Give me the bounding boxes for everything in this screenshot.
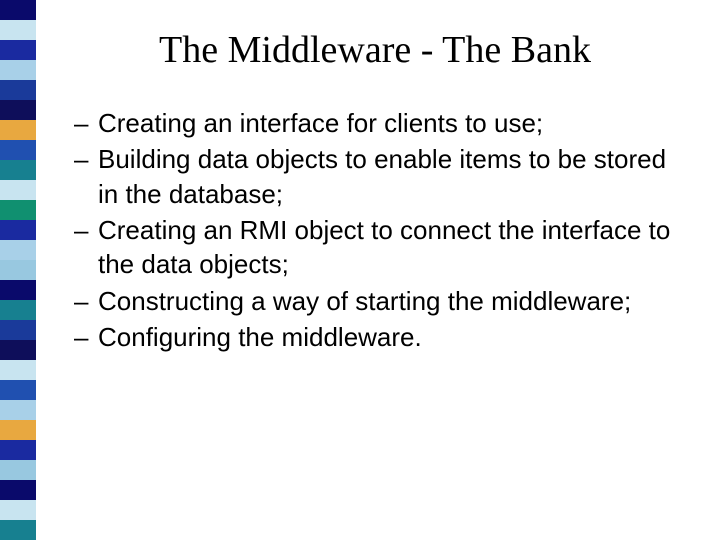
sidebar-block xyxy=(0,180,36,200)
slide-title: The Middleware - The Bank xyxy=(60,28,690,72)
sidebar-block xyxy=(0,220,36,240)
sidebar-block xyxy=(0,260,36,280)
sidebar-block xyxy=(0,460,36,480)
sidebar-block xyxy=(0,420,36,440)
sidebar-block xyxy=(0,120,36,140)
sidebar-block xyxy=(0,320,36,340)
sidebar-block xyxy=(0,440,36,460)
bullet-text: Creating an interface for clients to use… xyxy=(98,108,543,138)
sidebar-block xyxy=(0,200,36,220)
sidebar-block xyxy=(0,40,36,60)
dash-icon: – xyxy=(74,213,88,247)
sidebar-block xyxy=(0,480,36,500)
sidebar-block xyxy=(0,20,36,40)
sidebar-block xyxy=(0,140,36,160)
sidebar-block xyxy=(0,380,36,400)
bullet-text: Configuring the middleware. xyxy=(98,322,422,352)
sidebar-block xyxy=(0,0,36,20)
sidebar-block xyxy=(0,520,36,540)
bullet-item: –Constructing a way of starting the midd… xyxy=(98,284,690,318)
sidebar-block xyxy=(0,340,36,360)
sidebar-block xyxy=(0,240,36,260)
dash-icon: – xyxy=(74,320,88,354)
sidebar-block xyxy=(0,160,36,180)
slide-content: The Middleware - The Bank –Creating an i… xyxy=(60,28,690,356)
sidebar-block xyxy=(0,280,36,300)
bullet-text: Creating an RMI object to connect the in… xyxy=(98,215,670,279)
decorative-sidebar xyxy=(0,0,36,540)
sidebar-block xyxy=(0,80,36,100)
dash-icon: – xyxy=(74,106,88,140)
bullet-text: Building data objects to enable items to… xyxy=(98,144,666,208)
bullet-list: –Creating an interface for clients to us… xyxy=(60,106,690,354)
sidebar-block xyxy=(0,60,36,80)
bullet-item: –Configuring the middleware. xyxy=(98,320,690,354)
bullet-text: Constructing a way of starting the middl… xyxy=(98,286,631,316)
sidebar-block xyxy=(0,400,36,420)
dash-icon: – xyxy=(74,284,88,318)
bullet-item: –Creating an RMI object to connect the i… xyxy=(98,213,690,282)
sidebar-block xyxy=(0,360,36,380)
bullet-item: –Creating an interface for clients to us… xyxy=(98,106,690,140)
sidebar-block xyxy=(0,500,36,520)
bullet-item: –Building data objects to enable items t… xyxy=(98,142,690,211)
sidebar-block xyxy=(0,300,36,320)
sidebar-block xyxy=(0,100,36,120)
dash-icon: – xyxy=(74,142,88,176)
